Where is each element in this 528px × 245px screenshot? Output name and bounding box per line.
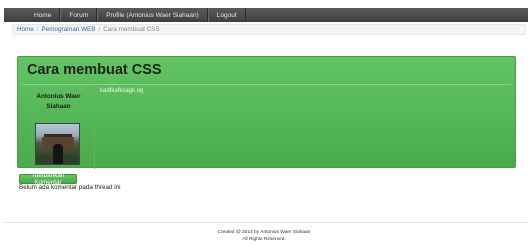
add-comment-button[interactable]: Tambahkan Komentar: [19, 172, 77, 186]
author-name[interactable]: Antonius Waer Siahaan: [22, 92, 95, 112]
breadcrumb-separator: /: [98, 26, 101, 33]
author-avatar: [35, 123, 80, 165]
nav-logout-link[interactable]: Logout: [207, 8, 246, 22]
breadcrumb-home-link[interactable]: Home: [17, 26, 34, 33]
no-comments-message: Belum ada komentar pada thread ini: [19, 184, 121, 191]
footer-credit: Created @ 2014 by Antonius Waer Siahaan: [217, 230, 311, 235]
nav-forum-link[interactable]: Forum: [60, 8, 98, 22]
breadcrumb: Home / Pemograman WEB / Cara membuat CSS: [12, 24, 526, 35]
author-name-line2: Siahaan: [46, 103, 71, 110]
author-name-line1: Antonius Waer: [36, 93, 81, 100]
thread-title: Cara membuat CSS: [27, 62, 162, 78]
avatar-photo-person: [53, 144, 63, 164]
top-navbar: Home Forum Profile (Antonius Waer Siahaa…: [4, 8, 528, 22]
thread-panel: Cara membuat CSS Antonius Waer Siahaan k…: [17, 56, 516, 169]
footer-rights: All Rights Reserved.: [242, 237, 286, 242]
breadcrumb-category-link[interactable]: Pemograman WEB: [42, 26, 96, 33]
nav-home-link[interactable]: Home: [26, 8, 61, 22]
thread-body-text: kadfkafksagk.og: [100, 88, 144, 94]
title-divider: [22, 84, 511, 85]
footer-divider: [4, 222, 528, 223]
breadcrumb-current: Cara membuat CSS: [103, 26, 160, 33]
nav-profile-link[interactable]: Profile (Antonius Waer Siahaan): [97, 8, 208, 22]
breadcrumb-separator: /: [36, 26, 39, 33]
